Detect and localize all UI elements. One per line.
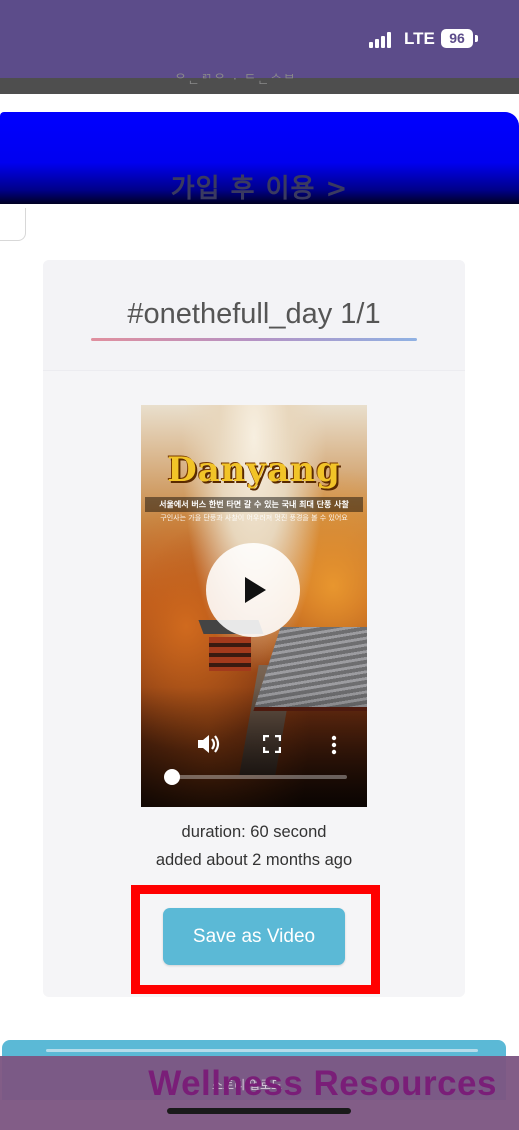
video-progress-bar[interactable] [164,769,347,785]
volume-button[interactable] [197,733,221,758]
card-title: #onethefull_day 1/1 [127,298,381,330]
battery-cap [475,35,478,42]
signal-icon [369,32,397,48]
title-underline [91,338,417,341]
battery-icon: 96 [441,29,473,48]
brand-watermark: Wellness Resources [148,1064,497,1103]
network-label: LTE [404,29,435,48]
video-overlay-subtitle: 서울에서 버스 한번 타면 갈 수 있는 국내 최대 단풍 사찰 [145,497,363,512]
header-ghost-text: ᄋᆫᄅᄀᄋ · ᄃᆫᄉᄇ [175,72,297,86]
volume-icon [198,735,220,753]
fullscreen-button[interactable] [262,734,282,756]
status-bar: LTE 96 [0,0,519,78]
video-duration: duration: 60 second [181,823,327,841]
video-overlay-caption: 구인사는 가을 단풍과 사찰이 어우러져 멋진 풍경을 볼 수 있어요 [160,514,348,522]
temple-wall-left [209,637,251,671]
play-button[interactable] [206,543,300,637]
more-options-button[interactable] [331,735,337,758]
bottom-action-highlight [46,1049,478,1052]
video-added-date: added about 2 months ago [155,851,353,869]
home-indicator[interactable] [167,1108,351,1114]
video-overlay-title: Danyang [167,450,341,490]
save-as-video-button[interactable]: Save as Video [163,908,345,965]
more-vertical-icon [331,735,337,755]
tab-notch [0,208,26,241]
fullscreen-icon [262,734,282,754]
video-player[interactable]: Danyang 서울에서 버스 한번 타면 갈 수 있는 국내 최대 단풍 사찰… [141,405,367,807]
play-icon [245,577,266,603]
signup-banner-label[interactable]: 가입 후 이용 > [0,168,519,205]
